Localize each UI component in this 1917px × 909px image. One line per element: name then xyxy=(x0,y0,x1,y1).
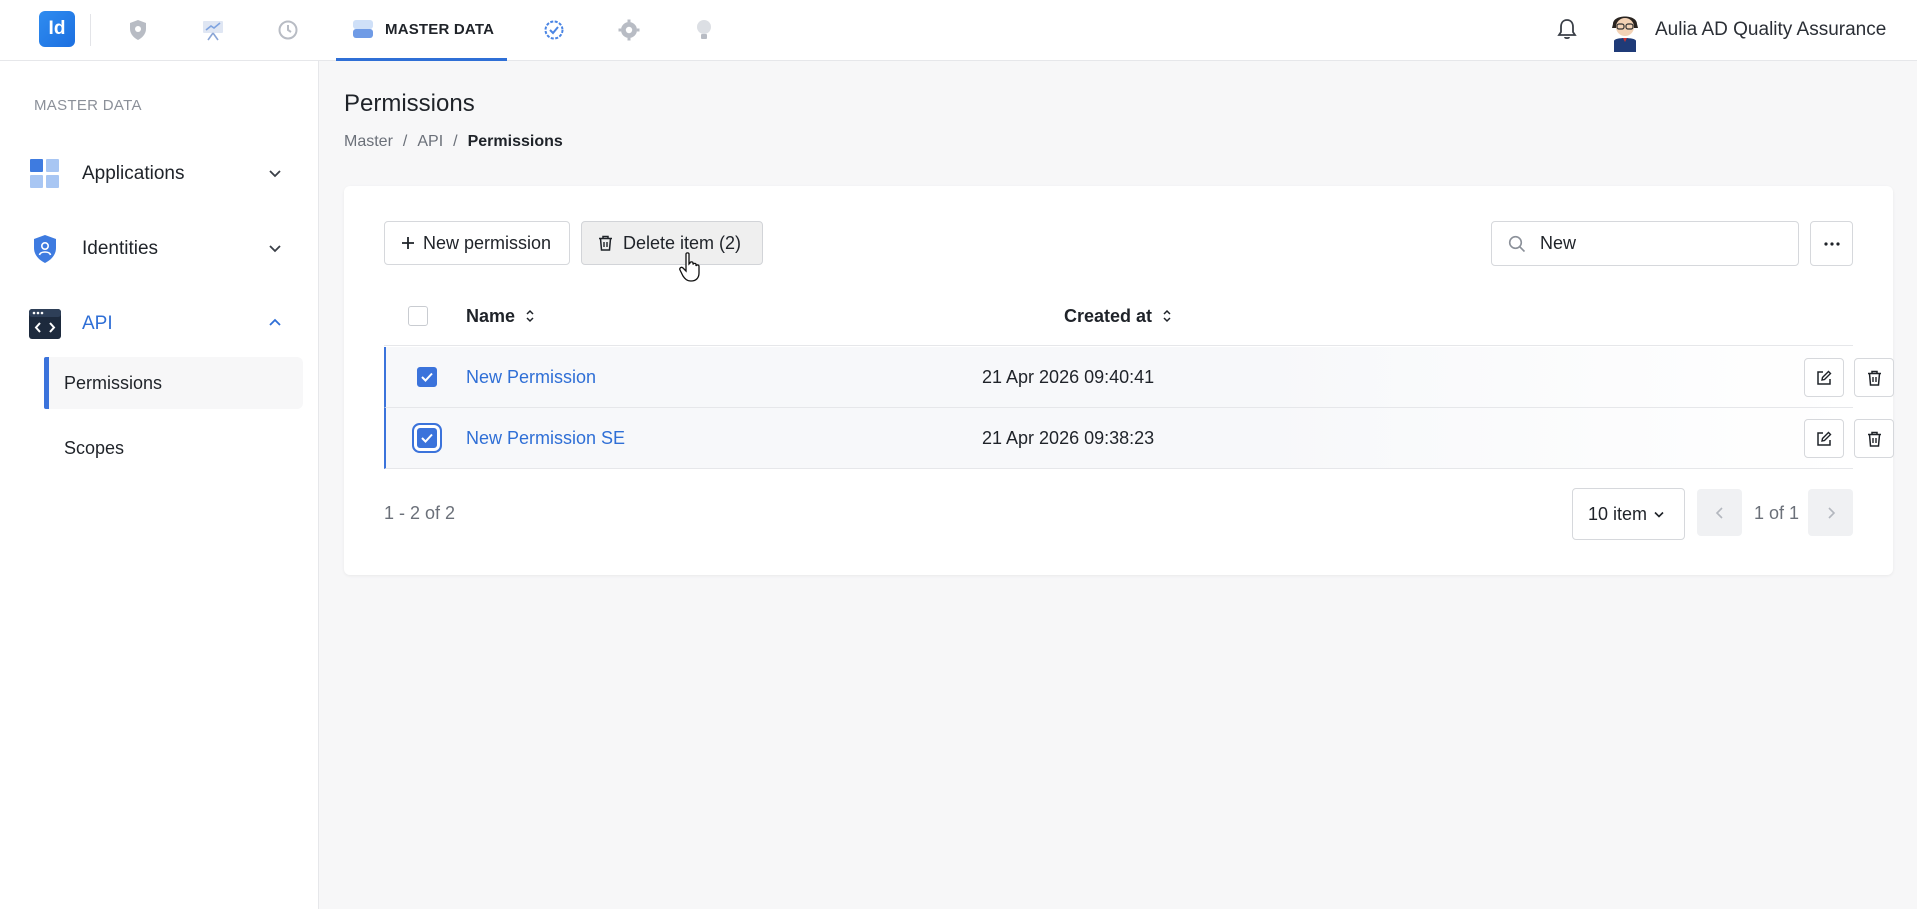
permission-name-link[interactable]: New Permission xyxy=(466,367,596,388)
column-header-created-at[interactable]: Created at xyxy=(1064,286,1172,346)
created-at-cell: 21 Apr 2026 09:38:23 xyxy=(982,428,1155,448)
bulb-icon[interactable] xyxy=(687,13,721,47)
top-navigation-bar: Id MASTER DATA Aulia AD Quality Assuranc… xyxy=(0,0,1917,61)
shield-icon[interactable] xyxy=(121,13,155,47)
edit-button[interactable] xyxy=(1804,358,1844,397)
column-label: Created at xyxy=(1064,305,1153,326)
column-label: Name xyxy=(466,305,516,326)
sidebar: MASTER DATA Applications Identities API … xyxy=(0,61,319,909)
page-title: Permissions xyxy=(344,90,475,117)
row-checkbox[interactable] xyxy=(417,428,437,448)
table-header: Name Created at xyxy=(384,286,1853,346)
search-input[interactable]: New xyxy=(1491,221,1799,266)
button-label: Delete item (2) xyxy=(623,232,742,253)
edit-icon xyxy=(1817,431,1832,446)
delete-row-button[interactable] xyxy=(1854,358,1894,397)
page-size-value: 10 item xyxy=(1588,503,1648,524)
sidebar-item-api[interactable]: API xyxy=(28,298,298,350)
sidebar-item-applications[interactable]: Applications xyxy=(28,148,298,200)
trash-icon xyxy=(1867,431,1881,447)
chevron-up-icon[interactable] xyxy=(266,314,284,332)
search-value: New xyxy=(1540,233,1577,253)
trash-icon xyxy=(599,235,612,251)
breadcrumb-current: Permissions xyxy=(467,133,563,150)
table-row[interactable]: New Permission 21 Apr 2026 09:40:41 xyxy=(384,347,1894,408)
chevron-down-icon[interactable] xyxy=(266,239,284,257)
prev-page-button[interactable] xyxy=(1697,489,1742,536)
next-page-button[interactable] xyxy=(1808,489,1853,536)
search-icon xyxy=(1508,235,1526,252)
tab-master-data[interactable]: MASTER DATA xyxy=(336,0,507,61)
user-name[interactable]: Aulia AD Quality Assurance xyxy=(1655,19,1886,41)
row-checkbox[interactable] xyxy=(417,367,437,387)
select-all-checkbox[interactable] xyxy=(408,306,428,326)
edit-icon xyxy=(1817,370,1832,385)
chevron-down-icon xyxy=(1654,511,1664,518)
breadcrumb-separator: / xyxy=(453,133,458,150)
page-size-select[interactable]: 10 item xyxy=(1572,488,1685,540)
sidebar-item-label: API xyxy=(82,313,113,334)
chevron-left-icon xyxy=(1715,506,1723,519)
api-code-icon xyxy=(28,307,62,341)
sort-icon xyxy=(526,309,534,323)
permission-name-link[interactable]: New Permission SE xyxy=(466,428,625,449)
app-logo[interactable]: Id xyxy=(39,11,75,47)
sidebar-subitem-permissions[interactable]: Permissions xyxy=(44,357,303,409)
permissions-card: New permission Delete item (2) New Name … xyxy=(344,186,1894,575)
logo-text: Id xyxy=(48,18,66,39)
settings-icon[interactable] xyxy=(612,13,646,47)
history-icon[interactable] xyxy=(271,13,305,47)
table-row[interactable]: New Permission SE 21 Apr 2026 09:38:23 xyxy=(384,408,1894,469)
chevron-right-icon xyxy=(1827,506,1835,519)
breadcrumb: Master / API / Permissions xyxy=(344,133,563,151)
breadcrumb-item[interactable]: Master xyxy=(344,133,393,151)
more-options-button[interactable] xyxy=(1810,221,1853,266)
pagination-range: 1 - 2 of 2 xyxy=(384,503,456,523)
trash-icon xyxy=(1867,370,1881,386)
sort-icon xyxy=(1163,309,1171,323)
breadcrumb-separator: / xyxy=(402,133,408,150)
avatar[interactable] xyxy=(1607,8,1643,52)
hand-cursor-icon xyxy=(679,252,700,282)
sidebar-subitem-scopes[interactable]: Scopes xyxy=(44,422,303,474)
breadcrumb-item[interactable]: API xyxy=(417,133,443,151)
plus-icon xyxy=(402,237,414,249)
delete-items-button[interactable]: Delete item (2) xyxy=(581,221,763,265)
chevron-down-icon[interactable] xyxy=(266,164,284,182)
ellipsis-icon xyxy=(1823,241,1840,246)
column-header-name[interactable]: Name xyxy=(466,286,535,346)
sidebar-item-label: Identities xyxy=(82,238,159,259)
tab-label: MASTER DATA xyxy=(385,20,495,38)
page-indicator: 1 of 1 xyxy=(1754,503,1800,523)
bell-icon[interactable] xyxy=(1552,14,1582,44)
identity-shield-icon xyxy=(28,232,62,266)
database-icon xyxy=(353,20,373,38)
divider xyxy=(90,14,91,46)
presentation-icon[interactable] xyxy=(196,13,230,47)
sidebar-section-title: MASTER DATA xyxy=(34,97,142,114)
new-permission-button[interactable]: New permission xyxy=(384,221,570,265)
checkmark-icon xyxy=(421,433,433,443)
delete-row-button[interactable] xyxy=(1854,419,1894,458)
sidebar-item-identities[interactable]: Identities xyxy=(28,223,298,275)
sidebar-item-label: Applications xyxy=(82,163,185,184)
applications-icon xyxy=(28,157,62,191)
checkmark-icon xyxy=(421,372,433,382)
badge-check-icon[interactable] xyxy=(537,13,571,47)
button-label: New permission xyxy=(423,232,552,253)
created-at-cell: 21 Apr 2026 09:40:41 xyxy=(982,367,1155,387)
edit-button[interactable] xyxy=(1804,419,1844,458)
